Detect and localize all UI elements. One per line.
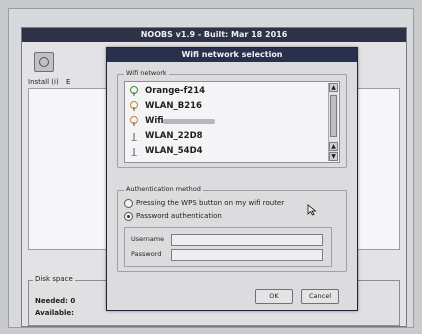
noobs-toolbar: Install (i) E [26,48,106,88]
wifi-signal-icon [130,116,138,126]
available-label: Available: [35,309,74,317]
username-label: Username [131,235,165,243]
network-name: Orange-f214 [145,86,206,96]
authentication-group: Authentication method Pressing the WPS b… [117,185,347,272]
username-field[interactable] [171,234,323,246]
network-item[interactable]: WLAN_54D4 [129,144,319,158]
wps-radio[interactable] [124,199,133,208]
network-name: WLAN_22D8 [145,131,203,141]
scroll-up-icon[interactable]: ▲ [329,83,338,92]
network-item[interactable]: WLAN_22D8 [129,129,319,143]
network-name: WLAN_54D4 [145,146,203,156]
network-item[interactable]: Wifi [129,114,319,128]
password-field[interactable] [171,249,323,261]
wifi-selection-dialog: Wifi network selection Wifi network Oran… [106,47,358,311]
scroll-thumb[interactable] [330,95,337,137]
install-button-label[interactable]: Install (i) [28,78,59,86]
disk-space-legend: Disk space [33,275,75,283]
network-list[interactable]: Orange-f214 WLAN_B216 Wifi WLAN_22D8 WLA… [124,81,340,163]
network-list-scrollbar[interactable]: ▲ ▲ ▼ [328,83,338,161]
network-item[interactable]: WLAN_B216 [129,99,319,113]
wifi-group-legend: Wifi network [124,69,169,77]
needed-label: Needed: 0 [35,297,76,305]
wifi-network-group: Wifi network Orange-f214 WLAN_B216 Wifi … [117,69,347,168]
mouse-cursor-icon [307,204,317,216]
network-name: Wifi [145,116,164,126]
install-icon[interactable] [34,52,54,72]
redacted-name-blur [163,119,215,124]
ok-button[interactable]: OK [255,289,293,304]
monitor-screen: NOOBS v1.9 - Built: Mar 18 2016 Install … [8,8,414,328]
network-item[interactable]: Orange-f214 [129,84,319,98]
wifi-signal-icon [130,101,138,111]
wifi-signal-icon [130,86,138,96]
cancel-button[interactable]: Cancel [301,289,339,304]
auth-group-legend: Authentication method [124,185,203,193]
wps-radio-label: Pressing the WPS button on my wifi route… [136,199,285,207]
wifi-signal-icon [131,148,137,156]
scroll-up-icon[interactable]: ▲ [329,142,338,151]
noobs-title: NOOBS v1.9 - Built: Mar 18 2016 [22,28,406,42]
wifi-signal-icon [131,133,137,141]
password-label: Password [131,250,162,258]
dialog-title: Wifi network selection [107,48,357,62]
edit-button-label[interactable]: E [66,78,70,86]
scroll-down-icon[interactable]: ▼ [329,152,338,161]
network-name: WLAN_B216 [145,101,202,111]
password-radio-label: Password authentication [136,212,222,220]
credentials-box: Username Password [124,227,332,267]
password-radio[interactable] [124,212,133,221]
